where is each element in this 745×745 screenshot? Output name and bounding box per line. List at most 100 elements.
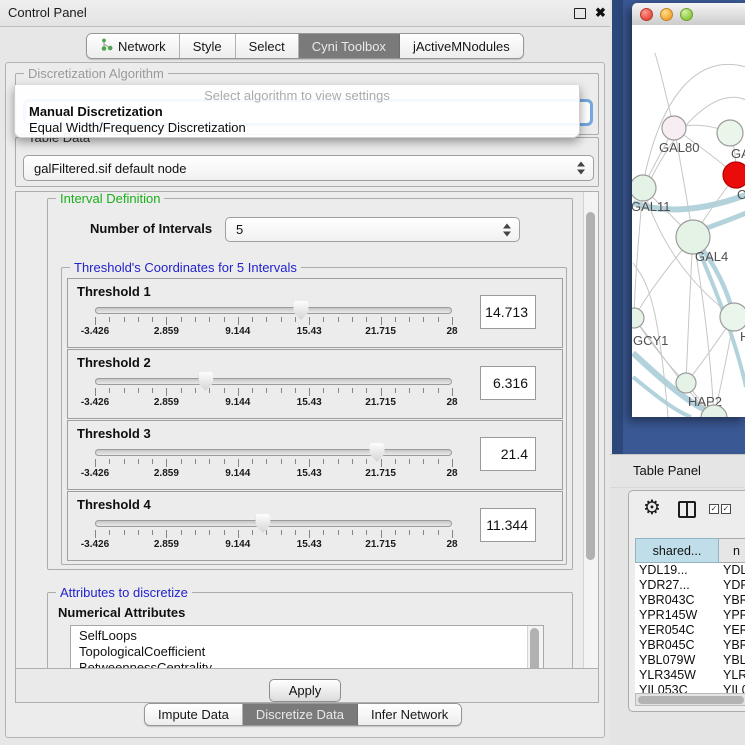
table-row[interactable]: YPR145WYPR1 [635,608,745,623]
threshold-label: Threshold 2 [77,355,151,370]
slider-track[interactable] [95,378,452,385]
tab-cyni-toolbox[interactable]: Cyni Toolbox [299,34,400,58]
table-row[interactable]: YER054CYER0 [635,623,745,638]
threshold-panel: Threshold 4 -3.4262.8599.14415.4321.7152… [67,491,563,561]
table-row[interactable]: YBL079WYBL0 [635,653,745,668]
tab-style[interactable]: Style [180,34,236,58]
attribute-item[interactable]: BetweennessCentrality [71,660,543,669]
checkbox-icon[interactable]: ✓ [709,504,719,514]
tick-label: 21.715 [365,397,396,408]
popup-placeholder-item[interactable]: Select algorithm to view settings [15,87,579,104]
slider-ticks [95,530,452,539]
table-panel-title: Table Panel [633,455,701,487]
slider-ticks [95,317,452,326]
column-header-name[interactable]: n [719,538,745,563]
tick-label: 9.144 [225,539,250,550]
minimize-traffic-light[interactable] [660,8,673,21]
tab-select[interactable]: Select [236,34,299,58]
threshold-slider[interactable]: -3.4262.8599.14415.4321.71528 [95,301,452,339]
tick-label: 21.715 [365,539,396,550]
network-node-hap2[interactable] [676,373,696,393]
tick-label: 9.144 [225,397,250,408]
cell-name: YBR0 [723,638,745,653]
network-node-c[interactable] [723,162,745,188]
right-region: GAL80GACGAL11GAL4GCY1HHAP2 Table Panel ⚙… [610,0,745,745]
float-window-icon[interactable] [574,8,586,19]
slider-track[interactable] [95,449,452,456]
tick-label: 9.144 [225,468,250,479]
popup-item[interactable]: Manual Discretization [15,104,579,120]
threshold-value-input[interactable]: 11.344 [480,508,536,542]
column-header-shared-name[interactable]: shared... [635,538,719,563]
threshold-value-input[interactable]: 6.316 [480,366,536,400]
tab-infer-network[interactable]: Infer Network [358,704,461,725]
table-row[interactable]: YBR043CYBR0 [635,593,745,608]
tab-jactivemnodules[interactable]: jActiveMNodules [400,34,523,58]
scrollbar-thumb[interactable] [530,628,539,669]
slider-ticks [95,459,452,468]
slider-track[interactable] [95,520,452,527]
zoom-traffic-light[interactable] [680,8,693,21]
tick-label: 21.715 [365,326,396,337]
network-node-ga[interactable] [717,120,743,146]
tab-impute-data[interactable]: Impute Data [145,704,243,725]
columns-icon[interactable] [678,501,696,518]
threshold-slider[interactable]: -3.4262.8599.14415.4321.71528 [95,443,452,481]
close-icon[interactable]: ✖ [595,4,606,22]
numerical-attributes-list: SelfLoopsTopologicalCoefficientBetweenne… [71,628,543,669]
table-row[interactable]: YIL053CYIL0 [635,683,745,693]
algorithm-dropdown-popup: Select algorithm to view settings Manual… [14,85,580,138]
table-horizontal-scrollbar[interactable] [635,693,745,706]
attributes-group: Attributes to discretize Numerical Attri… [47,592,573,669]
cell-name: YER0 [723,623,745,638]
tick-label: 15.43 [297,539,322,550]
tab-discretize-data[interactable]: Discretize Data [243,704,358,725]
table-row[interactable]: YDL19...YDL1 [635,563,745,578]
network-canvas[interactable]: GAL80GACGAL11GAL4GCY1HHAP2 [632,25,745,417]
attribute-item[interactable]: SelfLoops [71,628,543,644]
threshold-slider[interactable]: -3.4262.8599.14415.4321.71528 [95,372,452,410]
cell-shared-name: YLR345W [639,668,696,683]
gear-icon[interactable]: ⚙ [643,495,661,520]
apply-button[interactable]: Apply [269,679,341,702]
table-row[interactable]: YBR045CYBR0 [635,638,745,653]
network-icon [100,38,113,54]
popup-item[interactable]: Equal Width/Frequency Discretization [15,120,579,136]
tick-label: 15.43 [297,326,322,337]
scrollbar-thumb[interactable] [586,212,595,560]
table-row[interactable]: YDR27...YDR2 [635,578,745,593]
cell-shared-name: YDL19... [639,563,688,578]
node-label: H [740,329,745,344]
close-traffic-light[interactable] [640,8,653,21]
settings-scrollpane: Interval Definition Number of Intervals … [15,191,599,669]
scrollbar-thumb[interactable] [638,696,744,704]
threshold-value-input[interactable]: 21.4 [480,437,536,471]
checkbox-icon[interactable]: ✓ [721,504,731,514]
tick-label: 2.859 [154,468,179,479]
network-window-titlebar[interactable] [632,3,745,26]
thresholds-group: Threshold's Coordinates for 5 Intervals … [61,267,567,565]
attributes-list-scrollbar[interactable] [527,626,543,669]
threshold-value-input[interactable]: 14.713 [480,295,536,329]
threshold-label: Threshold 1 [77,284,151,299]
network-node-h[interactable] [720,303,745,331]
cell-shared-name: YPR145W [639,608,697,623]
network-node-gal11[interactable] [632,175,656,201]
window-title: Control Panel [8,0,87,26]
settings-scrollbar[interactable] [583,192,598,668]
attribute-item[interactable]: TopologicalCoefficient [71,644,543,660]
threshold-slider[interactable]: -3.4262.8599.14415.4321.71528 [95,514,452,552]
node-label: GAL4 [695,249,728,264]
table-data-combobox[interactable]: galFiltered.sif default node [23,155,594,181]
node-label: C [737,187,745,202]
network-node-gal80[interactable] [662,116,686,140]
tick-label: 15.43 [297,397,322,408]
table-panel-box: ⚙ ✓ ✓ shared... n YDL19...YDL1YDR27...YD… [628,490,745,712]
tick-label: -3.426 [81,326,109,337]
slider-track[interactable] [95,307,452,314]
number-of-intervals-combobox[interactable]: 5 [225,217,520,242]
network-node-gcy1[interactable] [632,308,644,328]
table-row[interactable]: YLR345WYLR3 [635,668,745,683]
tab-network[interactable]: Network [87,34,180,58]
bottom-tab-bar: Impute DataDiscretize DataInfer Network [144,703,462,726]
